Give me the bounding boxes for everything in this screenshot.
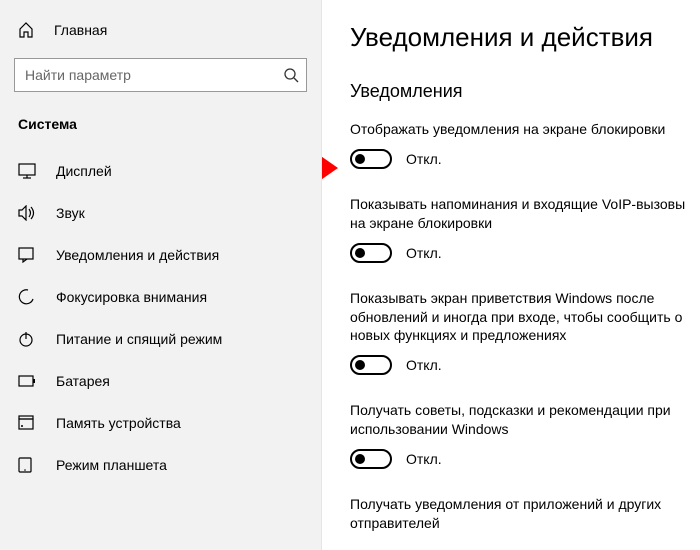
page-title: Уведомления и действия [350, 22, 690, 53]
toggle-state-label: Откл. [406, 245, 442, 261]
toggle-switch[interactable] [350, 243, 392, 263]
home-label: Главная [54, 22, 107, 38]
setting-desc: Отображать уведомления на экране блокиро… [350, 120, 690, 139]
search-container [14, 58, 307, 92]
setting-app-notifications: Получать уведомления от приложений и дру… [350, 495, 690, 533]
category-label: Система [0, 116, 321, 132]
setting-lockscreen-notifications: Отображать уведомления на экране блокиро… [350, 120, 690, 169]
setting-desc: Получать уведомления от приложений и дру… [350, 495, 690, 533]
toggle-switch[interactable] [350, 355, 392, 375]
toggle-switch[interactable] [350, 449, 392, 469]
setting-desc: Показывать экран приветствия Windows пос… [350, 289, 690, 346]
sidebar-item-tablet[interactable]: Режим планшета [0, 444, 321, 486]
notifications-icon [18, 247, 36, 263]
settings-sidebar: Главная Система Дисплей Звук Уведомления… [0, 0, 322, 550]
sidebar-item-label: Режим планшета [56, 457, 167, 473]
arrow-callout-icon [322, 150, 340, 186]
setting-voip-reminders: Показывать напоминания и входящие VoIP-в… [350, 195, 690, 263]
power-icon [18, 331, 36, 347]
sidebar-item-storage[interactable]: Память устройства [0, 402, 321, 444]
toggle-state-label: Откл. [406, 151, 442, 167]
tablet-icon [18, 457, 36, 473]
toggle-switch[interactable] [350, 149, 392, 169]
display-icon [18, 163, 36, 179]
sidebar-item-focus[interactable]: Фокусировка внимания [0, 276, 321, 318]
sidebar-item-sound[interactable]: Звук [0, 192, 321, 234]
sidebar-item-label: Уведомления и действия [56, 247, 219, 263]
sidebar-item-notifications[interactable]: Уведомления и действия [0, 234, 321, 276]
sidebar-item-power[interactable]: Питание и спящий режим [0, 318, 321, 360]
focus-icon [18, 289, 36, 305]
sidebar-item-label: Фокусировка внимания [56, 289, 207, 305]
sidebar-item-display[interactable]: Дисплей [0, 150, 321, 192]
search-icon [283, 67, 299, 83]
toggle-state-label: Откл. [406, 357, 442, 373]
sidebar-item-label: Питание и спящий режим [56, 331, 222, 347]
sidebar-item-label: Звук [56, 205, 85, 221]
sidebar-item-label: Память устройства [56, 415, 181, 431]
main-content: Уведомления и действия Уведомления Отобр… [322, 0, 700, 550]
battery-icon [18, 375, 36, 387]
setting-desc: Получать советы, подсказки и рекомендаци… [350, 401, 690, 439]
sound-icon [18, 205, 36, 221]
setting-desc: Показывать напоминания и входящие VoIP-в… [350, 195, 690, 233]
section-title: Уведомления [350, 81, 690, 102]
sidebar-home[interactable]: Главная [0, 22, 321, 38]
storage-icon [18, 415, 36, 431]
toggle-state-label: Откл. [406, 451, 442, 467]
setting-welcome-screen: Показывать экран приветствия Windows пос… [350, 289, 690, 376]
sidebar-item-label: Дисплей [56, 163, 112, 179]
search-input[interactable] [14, 58, 307, 92]
home-icon [18, 22, 36, 38]
sidebar-item-label: Батарея [56, 373, 110, 389]
sidebar-item-battery[interactable]: Батарея [0, 360, 321, 402]
setting-tips: Получать советы, подсказки и рекомендаци… [350, 401, 690, 469]
